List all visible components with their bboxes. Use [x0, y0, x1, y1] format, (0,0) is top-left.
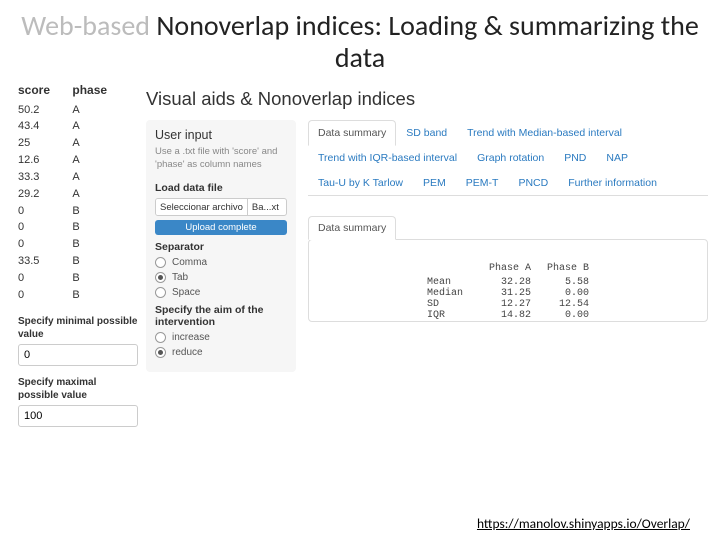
table-row: 0B	[18, 288, 130, 305]
summary-table: Phase APhase B Mean32.285.58Median31.250…	[419, 263, 597, 321]
radio-icon	[155, 287, 166, 298]
aim-option[interactable]: increase	[155, 332, 287, 343]
radio-icon	[155, 272, 166, 283]
table-row: SD12.2712.54	[419, 299, 597, 310]
table-row: 50.2A	[18, 103, 130, 120]
slide-title-rest: Nonoverlap indices: Loading & summarizin…	[150, 8, 699, 75]
radio-label: reduce	[172, 347, 203, 358]
source-url-link[interactable]: https://manolov.shinyapps.io/Overlap/	[477, 515, 690, 532]
app-title: Visual aids & Nonoverlap indices	[146, 88, 708, 110]
min-value-label: Specify minimal possible value	[18, 315, 138, 341]
summary-header	[419, 263, 481, 277]
tab[interactable]: Further information	[558, 170, 667, 195]
slide-title: Web-based Nonoverlap indices: Loading & …	[0, 0, 720, 82]
aim-label: Specify the aim of the intervention	[155, 304, 287, 328]
min-value-input[interactable]	[18, 344, 138, 366]
tab[interactable]: NAP	[596, 145, 638, 170]
summary-panel: Data summary Phase APhase B Mean32.285.5…	[308, 239, 708, 322]
radio-icon	[155, 332, 166, 343]
table-row: 0B	[18, 237, 130, 254]
table-row: 33.5B	[18, 254, 130, 271]
table-row: 29.2A	[18, 187, 130, 204]
file-picker[interactable]: Seleccionar archivo Ba...xt	[155, 198, 287, 216]
slide-title-faded: Web-based	[21, 8, 150, 43]
app-panel: Visual aids & Nonoverlap indices User in…	[144, 82, 708, 426]
load-file-label: Load data file	[155, 182, 287, 194]
table-row: 25A	[18, 136, 130, 153]
tab[interactable]: Trend with Median-based interval	[457, 120, 632, 145]
separator-option[interactable]: Tab	[155, 272, 287, 283]
tab[interactable]: PEM-T	[456, 170, 509, 195]
separator-label: Separator	[155, 241, 287, 253]
aim-option[interactable]: reduce	[155, 347, 287, 358]
tab[interactable]: SD band	[396, 120, 457, 145]
tab[interactable]: PND	[554, 145, 596, 170]
table-row: Mean32.285.58	[419, 277, 597, 288]
table-row: 0B	[18, 220, 130, 237]
sidebar: User input Use a .txt file with 'score' …	[146, 120, 296, 372]
table-row: 33.3A	[18, 170, 130, 187]
file-name: Ba...xt	[248, 202, 286, 213]
summary-panel-tab[interactable]: Data summary	[308, 216, 396, 240]
table-row: 0B	[18, 204, 130, 221]
radio-label: increase	[172, 332, 210, 343]
data-header: phase	[72, 82, 130, 102]
sidebar-hint: Use a .txt file with 'score' and 'phase'…	[155, 146, 287, 172]
summary-header: Phase B	[539, 263, 597, 277]
tab[interactable]: PEM	[413, 170, 456, 195]
table-row: 43.4A	[18, 119, 130, 136]
tab[interactable]: Trend with IQR-based interval	[308, 145, 467, 170]
radio-label: Comma	[172, 257, 207, 268]
separator-option[interactable]: Space	[155, 287, 287, 298]
tab[interactable]: PNCD	[508, 170, 558, 195]
data-preview-table: scorephase 50.2A43.4A25A12.6A33.3A29.2A0…	[18, 82, 130, 304]
file-select-button[interactable]: Seleccionar archivo	[156, 199, 248, 215]
radio-label: Tab	[172, 272, 188, 283]
radio-icon	[155, 257, 166, 268]
data-header: score	[18, 82, 72, 102]
table-row: 0B	[18, 271, 130, 288]
tab[interactable]: Graph rotation	[467, 145, 554, 170]
tab[interactable]: Data summary	[308, 120, 396, 146]
left-column: scorephase 50.2A43.4A25A12.6A33.3A29.2A0…	[18, 82, 138, 426]
table-row: Median31.250.00	[419, 288, 597, 299]
radio-label: Space	[172, 287, 200, 298]
main-pane: Data summarySD bandTrend with Median-bas…	[308, 120, 708, 372]
summary-header: Phase A	[481, 263, 539, 277]
separator-option[interactable]: Comma	[155, 257, 287, 268]
upload-status: Upload complete	[155, 220, 287, 235]
sidebar-heading: User input	[155, 128, 287, 142]
max-value-label: Specify maximal possible value	[18, 376, 138, 402]
table-row: 12.6A	[18, 153, 130, 170]
tab-bar: Data summarySD bandTrend with Median-bas…	[308, 120, 708, 196]
max-value-input[interactable]	[18, 405, 138, 427]
radio-icon	[155, 347, 166, 358]
tab[interactable]: Tau-U by K Tarlow	[308, 170, 413, 195]
table-row: IQR14.820.00	[419, 310, 597, 321]
